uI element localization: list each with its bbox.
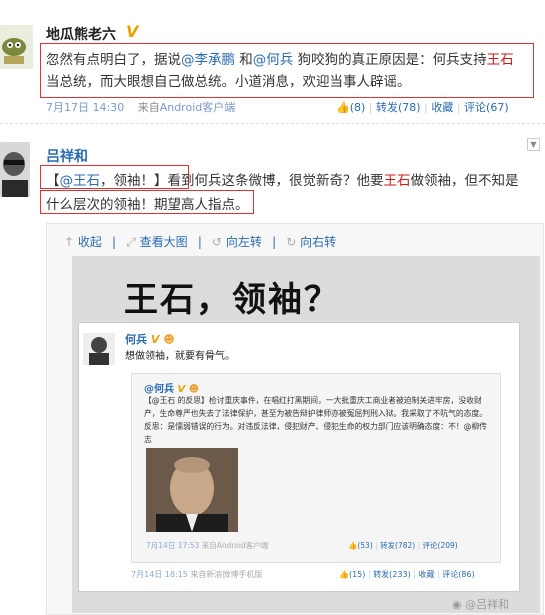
- media-toolbar: ↑ 收起 | ⤢ 查看大图 | ↺ 向左转 | ↻ 向右转: [64, 235, 337, 249]
- like-button[interactable]: 👍(8): [336, 101, 365, 114]
- dropdown-arrow-icon[interactable]: ▼: [527, 138, 540, 151]
- post-text: 忽然有点明白了，据说@李承鹏 和@何兵 狗咬狗的真正原因是：何兵支持王石 当总统，…: [46, 52, 514, 90]
- highlight-keyword: 王石: [383, 173, 411, 189]
- quoted-block: @何兵 V ☻ 【@王石 的反思】检讨重庆事件，在唱红打黑期间，一大批重庆工商业…: [131, 373, 501, 563]
- arrow-up-icon: ↑: [64, 235, 75, 249]
- divider: [0, 123, 545, 124]
- quoted-meta: 7月14日 17:53 来自Android客户端: [146, 541, 269, 550]
- collapse-button[interactable]: ↑ 收起: [64, 235, 102, 249]
- comment-button[interactable]: 评论(67): [464, 101, 509, 114]
- inner-actions: 👍(15) | 转发(233) | 收藏 | 评论(86): [339, 570, 475, 579]
- mention-link[interactable]: @何兵: [253, 52, 294, 68]
- verified-badge-icon: V: [126, 22, 139, 41]
- inner-author: 何兵 V ☻: [125, 333, 175, 346]
- timestamp-link[interactable]: 7月17日 14:30: [46, 101, 124, 114]
- cartoon-avatar-icon: [2, 38, 26, 64]
- inner-text: 想做领袖，就要有骨气。: [125, 351, 235, 362]
- mention-link[interactable]: @李承鹏: [181, 52, 235, 68]
- highlight-keyword: 王石: [486, 52, 514, 68]
- thumb-up-icon: 👍: [336, 101, 350, 114]
- embedded-image[interactable]: 王石，领袖？ 何兵 V ☻ 想做领袖，就要有骨气。 @何兵 V ☻ 【@王石 的…: [72, 256, 540, 613]
- emoji-icon: ☻: [163, 333, 175, 346]
- thumb-up-icon: 👍: [348, 541, 358, 550]
- post-meta: 7月17日 14:30 来自Android客户端: [46, 101, 236, 114]
- rotate-left-icon: ↺: [212, 235, 223, 249]
- weibo-logo-icon: ◉: [452, 598, 462, 611]
- watermark: ◉ @吕祥和: [452, 598, 510, 611]
- post-text: 【@王石，领袖！】看到何兵这条微博，很觉新奇？他要王石做领袖，但不知是 什么层次的…: [46, 173, 519, 213]
- quoted-author: @何兵 V ☻: [144, 384, 200, 395]
- rotate-right-button[interactable]: ↻ 向右转: [286, 235, 336, 249]
- inner-card: 何兵 V ☻ 想做领袖，就要有骨气。 @何兵 V ☻ 【@王石 的反思】检讨重庆…: [78, 322, 520, 592]
- favorite-button[interactable]: 收藏: [431, 101, 453, 114]
- avatar[interactable]: [0, 25, 33, 69]
- portrait-icon: [146, 448, 238, 532]
- person-avatar-icon: [0, 142, 30, 197]
- mention-link[interactable]: @王石: [60, 173, 101, 189]
- source-link[interactable]: Android客户端: [160, 101, 236, 114]
- author-name[interactable]: 吕祥和: [46, 146, 88, 166]
- inner-avatar: [83, 333, 115, 365]
- post-actions: 👍(8) | 转发(78) | 收藏 | 评论(67): [336, 101, 509, 114]
- expand-icon: ⤢: [126, 235, 136, 249]
- image-title: 王石，领袖？: [124, 280, 340, 320]
- view-large-button[interactable]: ⤢ 查看大图: [126, 235, 187, 249]
- verified-badge-icon: V: [150, 333, 160, 346]
- thumb-up-icon: 👍: [339, 570, 349, 579]
- quoted-actions: 👍(53) | 转发(782) | 评论(209): [348, 541, 458, 550]
- rotate-left-button[interactable]: ↺ 向左转: [212, 235, 262, 249]
- rotate-right-icon: ↻: [286, 235, 297, 249]
- portrait-photo: [146, 448, 238, 532]
- person-avatar-icon: [83, 333, 115, 365]
- repost-button[interactable]: 转发(78): [376, 101, 421, 114]
- inner-meta: 7月14日 18:15 来自新浪微博手机版: [131, 570, 263, 579]
- author-name[interactable]: 地瓜熊老六: [46, 24, 116, 44]
- avatar[interactable]: [0, 142, 30, 197]
- quoted-text: 【@王石 的反思】检讨重庆事件，在唱红打黑期间，一大批重庆工商业者被迫制关进牢房…: [144, 396, 488, 444]
